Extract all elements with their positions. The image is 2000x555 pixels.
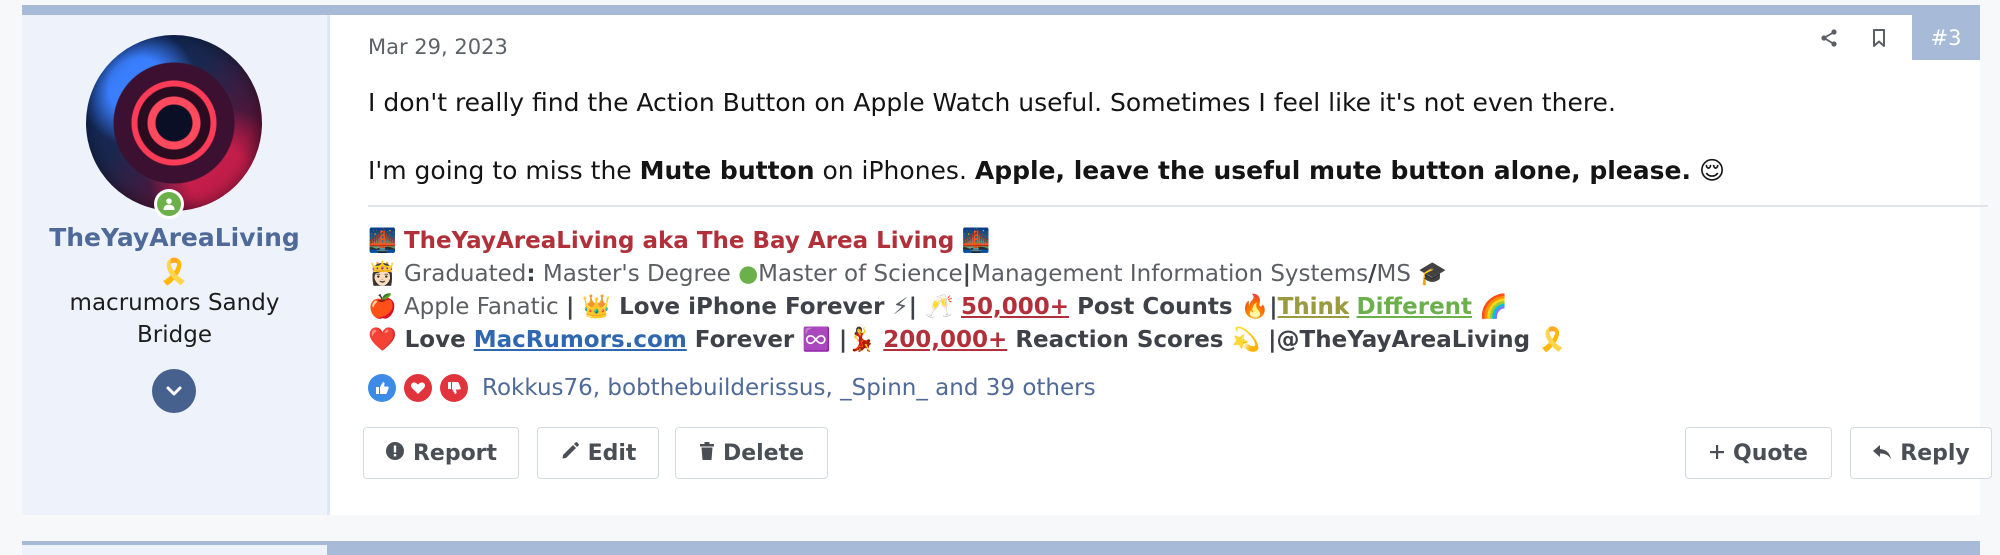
edit-button[interactable]: Edit [537, 427, 659, 479]
share-icon [1821, 28, 1837, 47]
online-status-badge [154, 189, 184, 219]
signature-line-3: 🍎 Apple Fanatic | 👑 Love iPhone Forever … [368, 294, 1509, 320]
bookmark-icon [1873, 28, 1885, 47]
ribbon-emoji: 🎗️ [158, 257, 191, 286]
pencil-icon [560, 441, 580, 466]
reply-icon [1872, 441, 1892, 465]
post-number-link[interactable]: #3 [1912, 15, 1980, 60]
reaction-users-link[interactable]: Rokkus76, bobthebuilderissus, _Spinn_ an… [482, 375, 1096, 401]
user-title: macrumors Sandy Bridge [69, 290, 280, 348]
quote-button[interactable]: Quote [1685, 427, 1832, 479]
report-icon [385, 441, 405, 466]
different-text: Different [1356, 294, 1473, 320]
user-avatar[interactable] [86, 35, 262, 211]
bookmark-button[interactable] [1854, 15, 1904, 60]
think-text: Think [1277, 294, 1350, 320]
reactions-bar[interactable]: Rokkus76, bobthebuilderissus, _Spinn_ an… [368, 371, 1096, 405]
signature-divider [368, 205, 1988, 207]
report-label: Report [412, 440, 498, 466]
expand-user-info-button[interactable] [152, 369, 196, 413]
like-reaction-icon [368, 374, 396, 402]
plus-icon [1709, 441, 1725, 465]
edit-label: Edit [587, 440, 637, 466]
delete-label: Delete [722, 440, 805, 466]
post-paragraph-1: I don't really find the Action Button on… [368, 88, 1616, 117]
report-button[interactable]: Report [363, 427, 519, 479]
signature-line-1: 🌉 TheYayAreaLiving aka The Bay Area Livi… [368, 228, 991, 254]
reply-label: Reply [1900, 440, 1970, 466]
relieved-emoji: 😌 [1698, 156, 1725, 185]
username-link[interactable]: TheYayAreaLiving [22, 223, 327, 252]
quote-label: Quote [1733, 440, 1808, 466]
signature-line-2: 👸🏻 Graduated: Master's Degree ●Master of… [368, 261, 1447, 287]
post-date[interactable]: Mar 29, 2023 [368, 35, 508, 59]
trash-icon [699, 441, 715, 466]
post-body: I don't really find the Action Button on… [368, 85, 1968, 221]
share-button[interactable] [1804, 15, 1854, 60]
next-post-user-column [22, 545, 327, 555]
signature-line-4: ❤️ Love MacRumors.com Forever ♾️ |💃 200,… [368, 327, 1567, 353]
dislike-reaction-icon [440, 374, 468, 402]
post-counts-link[interactable]: 50,000+ [961, 294, 1069, 320]
reaction-scores-link[interactable]: 200,000+ [883, 327, 1007, 353]
reply-button[interactable]: Reply [1850, 427, 1992, 479]
post-content: Mar 29, 2023 #3 I don't really find the … [330, 15, 1992, 515]
love-reaction-icon [404, 374, 432, 402]
user-signature: 🌉 TheYayAreaLiving aka The Bay Area Livi… [368, 225, 1988, 357]
post-top-border [22, 5, 1980, 15]
delete-button[interactable]: Delete [675, 427, 828, 479]
user-online-icon [157, 192, 181, 216]
macrumors-link[interactable]: MacRumors.com [474, 327, 687, 353]
chevron-down-icon [166, 386, 182, 396]
user-info-column: TheYayAreaLiving 🎗️ macrumors Sandy Brid… [22, 15, 330, 515]
post-top-actions: #3 [1804, 15, 1980, 60]
post-paragraph-2: I'm going to miss the Mute button on iPh… [368, 156, 1725, 185]
post-message: TheYayAreaLiving 🎗️ macrumors Sandy Brid… [22, 15, 1992, 515]
